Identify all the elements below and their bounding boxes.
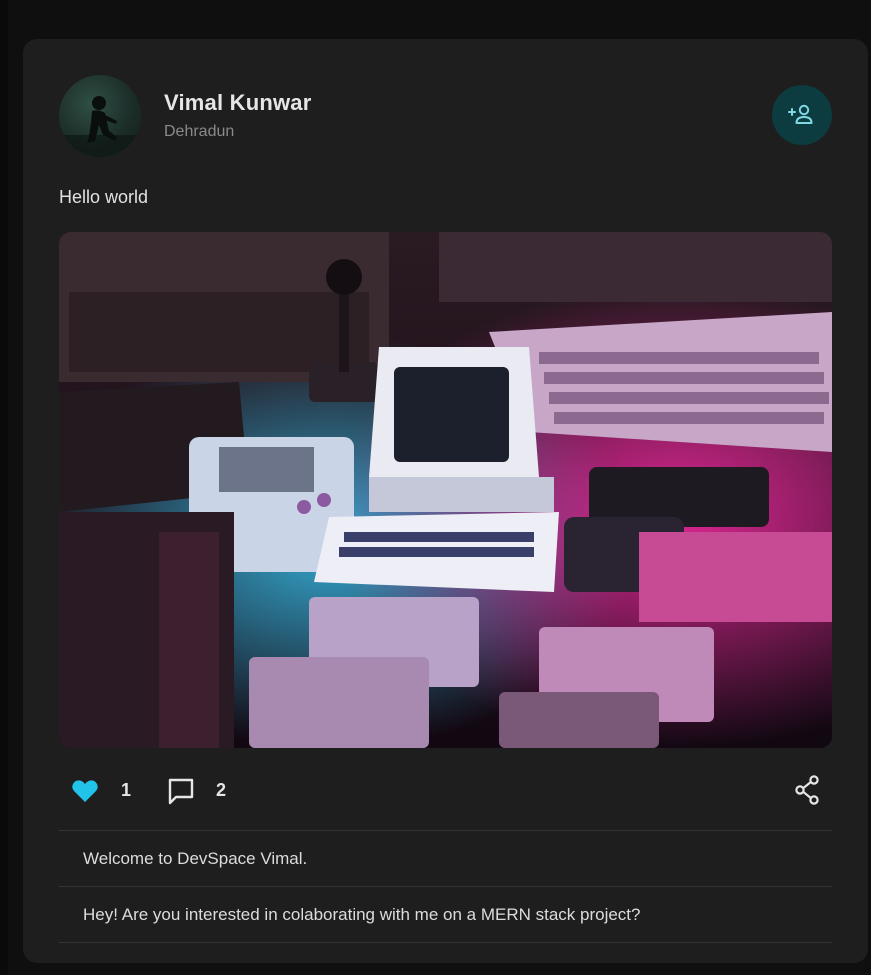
- comment-item: Welcome to DevSpace Vimal.: [83, 849, 308, 868]
- left-edge-bar: [0, 0, 8, 975]
- comment-item: Hey! Are you interested in colaborating …: [83, 905, 641, 924]
- like-count: 1: [121, 780, 132, 800]
- author-avatar[interactable]: [59, 75, 141, 157]
- add-friend-button[interactable]: [772, 85, 832, 145]
- comment-count: 2: [216, 780, 227, 800]
- post-text: Hello world: [59, 187, 149, 207]
- author-location: Dehradun: [164, 123, 235, 140]
- post-actions: 1 2: [59, 773, 832, 809]
- divider: [59, 942, 832, 943]
- share-icon[interactable]: [794, 775, 820, 810]
- post-image[interactable]: [59, 232, 832, 748]
- person-add-icon: [788, 104, 813, 124]
- post-card: Vimal Kunwar Dehradun Hello world 1 2 We…: [23, 39, 868, 963]
- person-silhouette-avatar-icon: [59, 96, 141, 157]
- post-header: Vimal Kunwar Dehradun: [59, 75, 832, 159]
- author-name[interactable]: Vimal Kunwar: [164, 90, 311, 116]
- retro-computers-photo: [59, 232, 832, 748]
- heart-filled-icon[interactable]: [71, 779, 99, 808]
- page: Vimal Kunwar Dehradun Hello world 1 2 We…: [0, 0, 871, 975]
- comments-list: Welcome to DevSpace Vimal. Hey! Are you …: [59, 830, 832, 943]
- chat-bubble-icon[interactable]: [167, 777, 195, 810]
